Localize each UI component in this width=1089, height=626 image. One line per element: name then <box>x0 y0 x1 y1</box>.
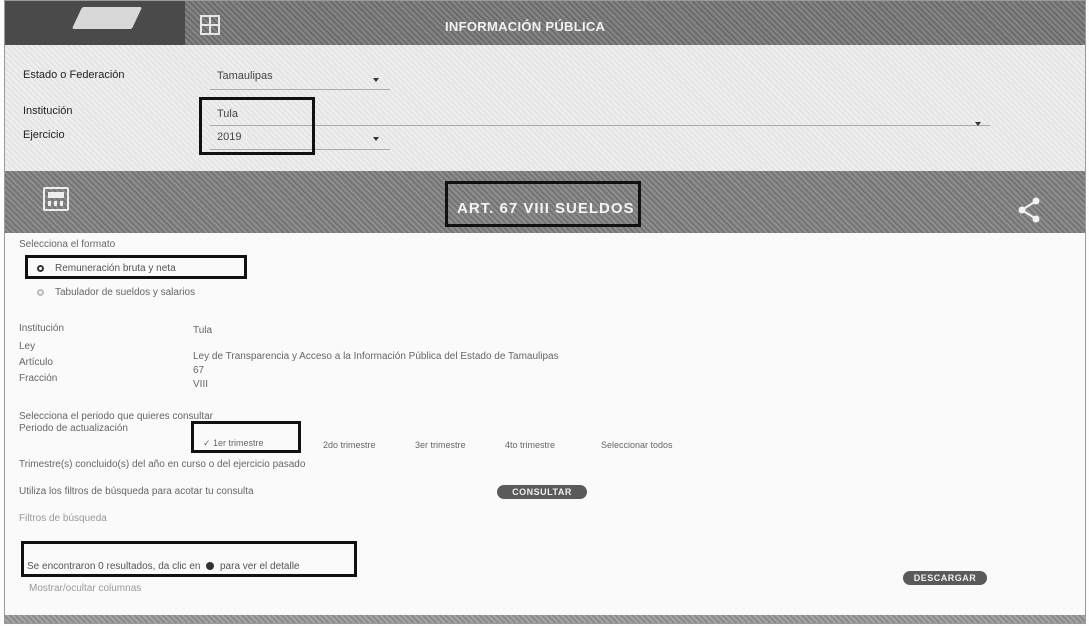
format-option-tabulador[interactable]: Tabulador de sueldos y salarios <box>55 287 195 298</box>
logo <box>5 1 185 45</box>
show-columns-link[interactable]: Mostrar/ocultar columnas <box>29 583 141 594</box>
detail-value-institucion: Tula <box>193 325 213 336</box>
apps-grid-icon[interactable] <box>200 15 220 35</box>
trimester-note: Trimestre(s) concluido(s) del año en cur… <box>19 459 306 470</box>
estado-label: Estado o Federación <box>23 69 125 81</box>
estado-underline <box>210 89 390 90</box>
top-bar: INFORMACIÓN PÚBLICA <box>5 1 1085 45</box>
bottom-strip <box>5 615 1085 623</box>
header-title[interactable]: INFORMACIÓN PÚBLICA <box>445 19 605 34</box>
institucion-chevron-down-icon[interactable] <box>975 122 981 126</box>
period-option-select-all[interactable]: Seleccionar todos <box>601 440 673 450</box>
period-prompt: Selecciona el periodo que quieres consul… <box>19 411 214 422</box>
detail-label-institucion: Institución <box>19 323 65 334</box>
detail-label-fraccion: Fracción <box>19 373 58 384</box>
radio-tabulador[interactable] <box>37 289 44 296</box>
calculator-icon[interactable] <box>43 187 69 211</box>
share-icon[interactable] <box>1017 197 1041 223</box>
period-option-2[interactable]: 2do trimestre <box>323 440 376 450</box>
detail-label-ley: Ley <box>19 341 36 352</box>
logo-mark <box>71 7 143 29</box>
consult-button[interactable]: CONSULTAR <box>497 485 587 499</box>
results-highlight <box>21 541 357 577</box>
filter-panel: Estado o Federación Tamaulipas Instituci… <box>5 45 1085 171</box>
institucion-ejercicio-highlight <box>199 97 315 155</box>
period-option-highlight <box>191 421 301 453</box>
search-filters-link[interactable]: Filtros de búsqueda <box>19 513 107 524</box>
institucion-label: Institución <box>23 105 73 117</box>
filters-hint: Utiliza los filtros de búsqueda para aco… <box>19 486 254 497</box>
detail-value-fraccion: VIII <box>193 379 209 390</box>
period-option-3[interactable]: 3er trimestre <box>415 440 466 450</box>
format-option-highlight <box>25 255 247 279</box>
detail-label-articulo: Artículo <box>19 357 53 368</box>
ejercicio-chevron-down-icon[interactable] <box>373 137 379 141</box>
detail-value-ley: Ley de Transparencia y Acceso a la Infor… <box>193 351 559 362</box>
period-option-4[interactable]: 4to trimestre <box>505 440 555 450</box>
estado-select[interactable]: Tamaulipas <box>217 70 273 82</box>
article-title-highlight <box>445 181 641 227</box>
institucion-underline <box>210 125 990 126</box>
detail-value-articulo: 67 <box>193 365 205 376</box>
estado-chevron-down-icon[interactable] <box>373 78 379 82</box>
download-button[interactable]: DESCARGAR <box>903 571 987 585</box>
page-frame: INFORMACIÓN PÚBLICA Estado o Federación … <box>4 0 1086 624</box>
format-heading: Selecciona el formato <box>19 239 116 250</box>
period-label: Periodo de actualización <box>19 423 128 434</box>
ejercicio-label: Ejercicio <box>23 129 65 141</box>
